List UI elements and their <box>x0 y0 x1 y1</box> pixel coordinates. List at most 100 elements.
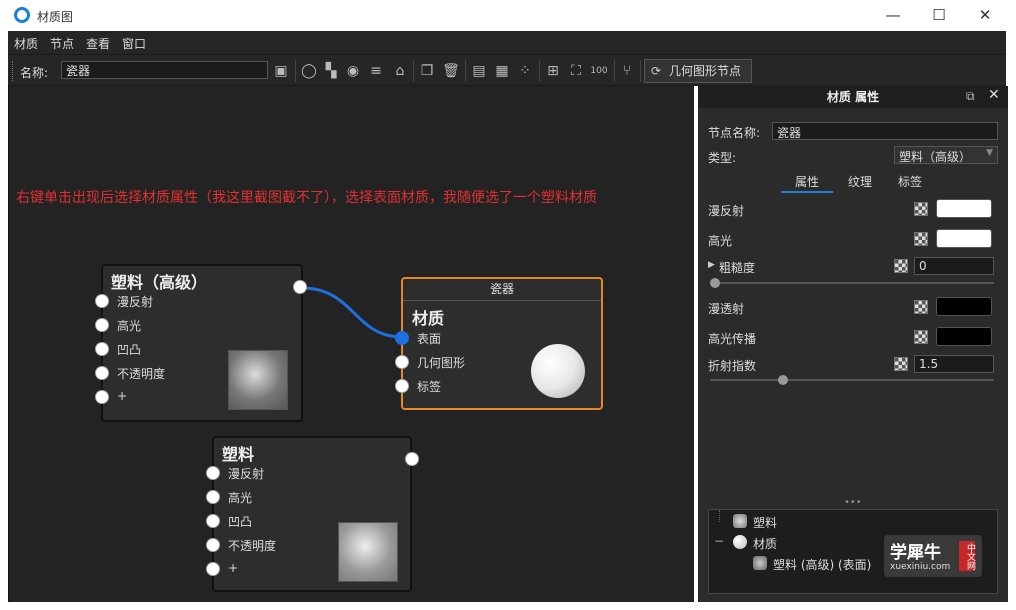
prop-ior-label: 折射指数 <box>708 359 757 373</box>
undock-icon[interactable]: ⧉ <box>966 89 975 104</box>
node-plastic[interactable]: 塑料 漫反射 高光 凹凸 不透明度 + <box>206 436 419 592</box>
watermark-main: 学犀牛 <box>890 543 941 563</box>
node-name-input[interactable]: 瓷器 <box>772 122 998 140</box>
node-title: 材质 <box>412 309 445 328</box>
slider-knob[interactable] <box>710 278 720 288</box>
input-port-diffuse[interactable] <box>95 294 109 308</box>
ior-slider[interactable] <box>710 375 994 385</box>
menu-material[interactable]: 材质 <box>14 35 38 52</box>
texture-slot-icon[interactable] <box>894 259 908 273</box>
input-port-diffuse[interactable] <box>206 466 220 480</box>
type-dropdown[interactable]: 塑料（高级） ▼ <box>894 146 998 164</box>
material-preview-thumbnail <box>228 350 288 410</box>
input-port-tag[interactable] <box>395 379 409 393</box>
checker-icon[interactable]: ▚ <box>322 62 340 80</box>
input-port-add[interactable] <box>206 562 220 576</box>
zoom-100-icon[interactable]: 100 <box>590 62 608 80</box>
duplicate-icon[interactable]: ❐ <box>418 62 436 80</box>
ior-input[interactable]: 1.5 <box>914 355 994 373</box>
node-material[interactable]: 瓷器 材质 表面 几何图形 标签 <box>395 277 603 410</box>
branch-icon[interactable]: ⑂ <box>618 62 636 80</box>
texture-slot-icon[interactable] <box>914 300 928 314</box>
chevron-down-icon: ▼ <box>986 148 993 158</box>
toolbar-divider <box>614 60 615 82</box>
material-thumb-icon <box>733 514 747 528</box>
roughness-slider[interactable] <box>710 278 994 288</box>
sphere-icon <box>733 535 747 549</box>
material-preview-sphere <box>531 344 585 398</box>
name-input[interactable] <box>61 61 268 79</box>
translucency-color-swatch[interactable] <box>936 297 992 316</box>
diffuse-color-swatch[interactable] <box>936 199 992 218</box>
port-label: 漫反射 <box>228 467 265 481</box>
close-button[interactable]: ✕ <box>962 0 1008 31</box>
input-port-specular[interactable] <box>95 318 109 332</box>
menu-view[interactable]: 查看 <box>86 35 110 52</box>
sphere-preview-icon[interactable]: ◯ <box>300 62 318 80</box>
collapse-icon[interactable]: − <box>714 534 724 548</box>
node-plastic-advanced[interactable]: 塑料（高级） 漫反射 高光 凹凸 不透明度 + <box>95 264 307 422</box>
watermark-badge: 中文网 <box>959 541 975 571</box>
port-label: 不透明度 <box>228 539 277 553</box>
texture-slot-icon[interactable] <box>914 232 928 246</box>
splitter-handle[interactable]: ••• <box>844 497 862 508</box>
roughness-input[interactable]: 0 <box>914 257 994 275</box>
output-port[interactable] <box>293 280 307 294</box>
input-port-surface[interactable] <box>395 331 409 345</box>
minimize-button[interactable]: — <box>870 0 916 31</box>
annotation-text: 右键单击出现后选择材质属性（我这里截图截不了），选择表面材质，我随便选了一个塑料… <box>16 190 597 206</box>
menu-window[interactable]: 窗口 <box>122 35 146 52</box>
input-port-opacity[interactable] <box>95 366 109 380</box>
output-port[interactable] <box>405 452 419 466</box>
port-label: 漫反射 <box>117 295 154 309</box>
texture-slot-icon[interactable] <box>894 357 908 371</box>
tab-texture[interactable]: 纹理 <box>838 173 882 190</box>
input-port-add[interactable] <box>95 390 109 404</box>
type-dropdown-value: 塑料（高级） <box>899 150 972 164</box>
material-thumb-icon <box>753 556 767 570</box>
lock-icon[interactable]: ⌂ <box>391 62 409 80</box>
maximize-button[interactable]: ☐ <box>916 0 962 31</box>
layout-icon[interactable]: ⊞ <box>544 62 562 80</box>
fit-view-icon[interactable]: ⛶ <box>567 62 585 80</box>
spec-transmission-color-swatch[interactable] <box>936 327 992 346</box>
geometry-node-label: 几何图形节点 <box>669 64 742 78</box>
render-icon[interactable]: ◉ <box>344 62 362 80</box>
expand-arrow-icon[interactable]: ▶ <box>708 260 715 270</box>
window-title: 材质图 <box>37 10 74 24</box>
node-header: 瓷器 <box>403 279 601 301</box>
watermark-logo: 学犀牛 xuexiniu.com 中文网 <box>884 535 982 577</box>
save-icon[interactable]: ▣ <box>272 62 290 80</box>
name-label: 名称: <box>20 66 49 80</box>
node-canvas[interactable]: 塑料（高级） 漫反射 高光 凹凸 不透明度 + 瓷器 材质 表面 几何图形 标签… <box>8 86 694 602</box>
input-port-opacity[interactable] <box>206 538 220 552</box>
toolbar-divider <box>539 60 540 82</box>
geometry-node-button[interactable]: ⟳ 几何图形节点 <box>644 59 752 83</box>
tree-item-plastic[interactable]: 塑料 <box>753 514 777 531</box>
specular-color-swatch[interactable] <box>936 229 992 248</box>
input-port-geometry[interactable] <box>395 355 409 369</box>
input-port-specular[interactable] <box>206 490 220 504</box>
port-label: + <box>228 561 239 575</box>
tree-item-material[interactable]: 材质 <box>753 535 777 552</box>
port-label: 高光 <box>117 319 142 333</box>
settings-sliders-icon[interactable]: ≡ <box>367 62 385 80</box>
delete-icon[interactable]: 🗑 <box>442 62 460 80</box>
texture-slot-icon[interactable] <box>914 202 928 216</box>
slider-knob[interactable] <box>778 375 788 385</box>
scatter-nodes-icon[interactable]: ⁘ <box>516 62 534 80</box>
menu-bar: 材质 节点 查看 窗口 <box>8 31 1006 54</box>
toolbar-grip[interactable] <box>12 61 14 81</box>
add-node-icon[interactable]: ▤ <box>470 62 488 80</box>
toolbar-divider <box>640 60 641 82</box>
tab-properties[interactable]: 属性 <box>781 173 833 193</box>
input-port-bump[interactable] <box>206 514 220 528</box>
tree-item-plastic-advanced-surface[interactable]: 塑料 (高级) (表面) <box>773 556 871 573</box>
input-port-bump[interactable] <box>95 342 109 356</box>
texture-slot-icon[interactable] <box>914 330 928 344</box>
prop-translucency-label: 漫透射 <box>708 302 745 316</box>
tab-tags[interactable]: 标签 <box>888 173 932 190</box>
menu-node[interactable]: 节点 <box>50 35 74 52</box>
close-panel-icon[interactable]: ✕ <box>988 87 1000 103</box>
grid-nodes-icon[interactable]: ▦ <box>493 62 511 80</box>
